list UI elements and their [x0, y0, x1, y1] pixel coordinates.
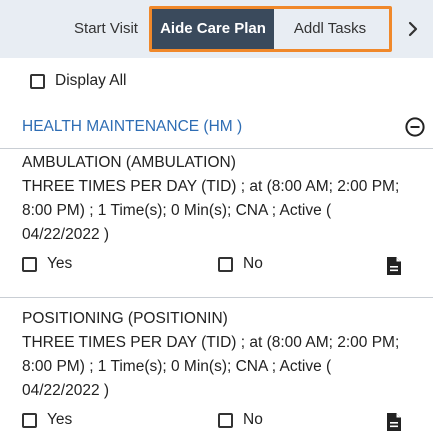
task-details: 04/22/2022 ) — [22, 382, 110, 399]
yes-label: Yes — [47, 411, 73, 428]
minus-circle-icon[interactable] — [404, 116, 426, 138]
display-all-label: Display All — [55, 72, 127, 89]
tab-aide-care-plan[interactable]: Aide Care Plan — [152, 9, 274, 49]
tab-start-visit[interactable]: Start Visit — [62, 9, 150, 49]
task-card-positioning: POSITIONING (POSITIONIN) THREE TIMES PER… — [22, 307, 426, 435]
no-label: No — [243, 255, 263, 272]
task-details: 04/22/2022 ) — [22, 226, 110, 243]
task-name: POSITIONING (POSITIONIN) — [22, 310, 228, 327]
no-checkbox[interactable]: No — [218, 255, 263, 273]
divider — [0, 148, 433, 149]
chevron-right-icon — [408, 21, 418, 37]
checkbox-box[interactable] — [22, 412, 37, 428]
task-details: 8:00 PM) ; 1 Time(s); 0 Min(s); CNA ; Ac… — [22, 358, 332, 375]
tab-scroll-next-button[interactable] — [398, 14, 428, 44]
tab-addl-tasks[interactable]: Addl Tasks — [274, 9, 386, 49]
yes-checkbox[interactable]: Yes — [22, 255, 72, 273]
document-icon[interactable] — [386, 256, 402, 276]
checkbox-box[interactable] — [22, 256, 37, 272]
no-checkbox[interactable]: No — [218, 411, 263, 429]
task-details: 8:00 PM) ; 1 Time(s); 0 Min(s); CNA ; Ac… — [22, 202, 332, 219]
yes-label: Yes — [47, 255, 73, 272]
task-details: THREE TIMES PER DAY (TID) ; at (8:00 AM;… — [22, 334, 400, 351]
checkbox-box[interactable] — [218, 256, 233, 272]
tab-bar: Start Visit Aide Care Plan Addl Tasks — [0, 0, 433, 58]
no-label: No — [243, 411, 263, 428]
section-title[interactable]: HEALTH MAINTENANCE (HM ) — [22, 118, 242, 136]
divider — [0, 297, 433, 298]
task-details: THREE TIMES PER DAY (TID) ; at (8:00 AM;… — [22, 178, 400, 195]
task-options: Yes No — [22, 255, 426, 279]
yes-checkbox[interactable]: Yes — [22, 411, 72, 429]
task-name: AMBULATION (AMBULATION) — [22, 154, 236, 171]
checkbox-box[interactable] — [218, 412, 233, 428]
task-options: Yes No — [22, 411, 426, 435]
checkbox-box[interactable] — [30, 73, 45, 89]
document-icon[interactable] — [386, 412, 402, 432]
task-card-ambulation: AMBULATION (AMBULATION) THREE TIMES PER … — [22, 151, 426, 279]
display-all-checkbox[interactable]: Display All — [30, 70, 127, 92]
